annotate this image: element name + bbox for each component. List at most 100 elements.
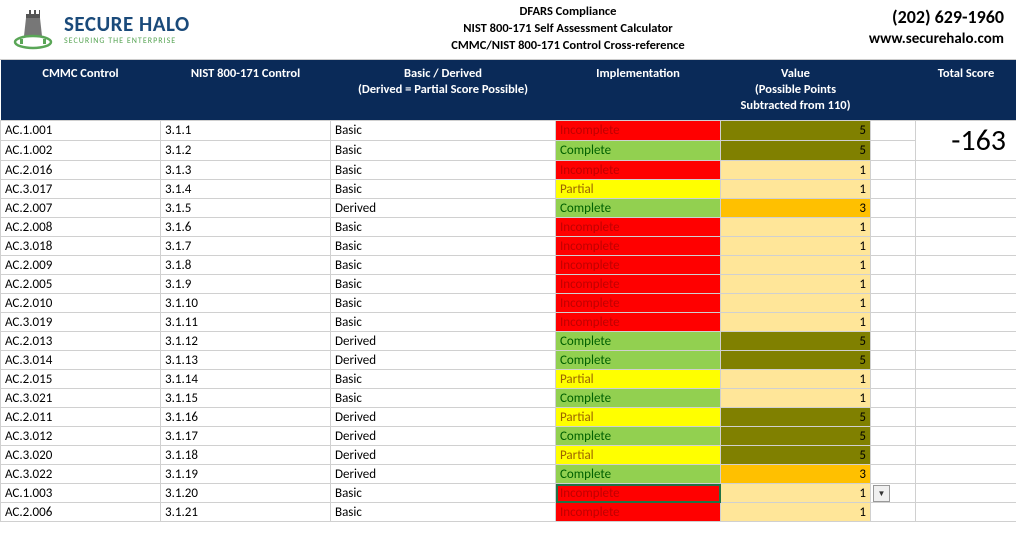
cell-implementation[interactable]: Incomplete (556, 484, 721, 503)
cell-implementation[interactable]: Complete (556, 351, 721, 370)
cell-implementation[interactable]: Complete (556, 389, 721, 408)
cell-implementation[interactable]: Partial (556, 180, 721, 199)
cell-implementation[interactable]: Incomplete (556, 294, 721, 313)
cell-nist[interactable]: 3.1.18 (161, 446, 331, 465)
cell-type[interactable]: Basic (331, 294, 556, 313)
cell-value[interactable]: 1 (721, 218, 871, 237)
cell-type[interactable]: Basic (331, 218, 556, 237)
cell-nist[interactable]: 3.1.9 (161, 275, 331, 294)
cell-value[interactable]: 1 (721, 313, 871, 332)
cell-implementation[interactable]: Incomplete (556, 313, 721, 332)
cell-nist[interactable]: 3.1.12 (161, 332, 331, 351)
cell-value[interactable]: 1 (721, 237, 871, 256)
cell-value[interactable]: 1 (721, 275, 871, 294)
cell-value[interactable]: 1 (721, 294, 871, 313)
cell-value[interactable]: 5 (721, 408, 871, 427)
cell-nist[interactable]: 3.1.6 (161, 218, 331, 237)
cell-implementation[interactable]: Incomplete (556, 121, 721, 141)
cell-cmmc[interactable]: AC.2.011 (1, 408, 161, 427)
cell-value[interactable]: 1 (721, 503, 871, 522)
cell-implementation[interactable]: Incomplete (556, 503, 721, 522)
cell-cmmc[interactable]: AC.2.013 (1, 332, 161, 351)
cell-value[interactable]: 5 (721, 427, 871, 446)
cell-implementation[interactable]: Partial (556, 370, 721, 389)
cell-total-score[interactable]: -163 (916, 121, 1016, 161)
cell-implementation[interactable]: Complete (556, 427, 721, 446)
cell-implementation[interactable]: Partial (556, 408, 721, 427)
cell-cmmc[interactable]: AC.2.015 (1, 370, 161, 389)
cell-type[interactable]: Derived (331, 408, 556, 427)
cell-nist[interactable]: 3.1.2 (161, 141, 331, 161)
cell-value[interactable]: 5 (721, 351, 871, 370)
cell-implementation[interactable]: Incomplete (556, 161, 721, 180)
dropdown-arrow-icon[interactable]: ▼ (873, 485, 890, 502)
cell-type[interactable]: Basic (331, 121, 556, 141)
cell-type[interactable]: Derived (331, 446, 556, 465)
cell-nist[interactable]: 3.1.1 (161, 121, 331, 141)
cell-type[interactable]: Derived (331, 351, 556, 370)
cell-type[interactable]: Basic (331, 256, 556, 275)
cell-value[interactable]: 5 (721, 332, 871, 351)
cell-value[interactable]: 1 (721, 161, 871, 180)
cell-nist[interactable]: 3.1.19 (161, 465, 331, 484)
cell-cmmc[interactable]: AC.3.017 (1, 180, 161, 199)
cell-type[interactable]: Derived (331, 427, 556, 446)
cell-cmmc[interactable]: AC.3.020 (1, 446, 161, 465)
cell-implementation[interactable]: Complete (556, 199, 721, 218)
cell-cmmc[interactable]: AC.2.006 (1, 503, 161, 522)
cell-value[interactable]: 1 (721, 484, 871, 503)
cell-nist[interactable]: 3.1.4 (161, 180, 331, 199)
cell-cmmc[interactable]: AC.2.005 (1, 275, 161, 294)
cell-nist[interactable]: 3.1.14 (161, 370, 331, 389)
cell-type[interactable]: Basic (331, 161, 556, 180)
cell-cmmc[interactable]: AC.3.012 (1, 427, 161, 446)
cell-value[interactable]: 1 (721, 180, 871, 199)
cell-nist[interactable]: 3.1.16 (161, 408, 331, 427)
cell-type[interactable]: Basic (331, 275, 556, 294)
cell-type[interactable]: Basic (331, 389, 556, 408)
cell-type[interactable]: Basic (331, 141, 556, 161)
cell-type[interactable]: Derived (331, 332, 556, 351)
cell-cmmc[interactable]: AC.3.018 (1, 237, 161, 256)
cell-nist[interactable]: 3.1.13 (161, 351, 331, 370)
cell-implementation[interactable]: Incomplete (556, 237, 721, 256)
cell-value[interactable]: 5 (721, 121, 871, 141)
cell-implementation[interactable]: Complete (556, 465, 721, 484)
cell-type[interactable]: Derived (331, 465, 556, 484)
cell-type[interactable]: Basic (331, 180, 556, 199)
cell-implementation[interactable]: Partial (556, 446, 721, 465)
cell-nist[interactable]: 3.1.15 (161, 389, 331, 408)
cell-implementation[interactable]: Incomplete (556, 256, 721, 275)
cell-cmmc[interactable]: AC.2.016 (1, 161, 161, 180)
cell-type[interactable]: Basic (331, 503, 556, 522)
cell-implementation[interactable]: Complete (556, 332, 721, 351)
cell-cmmc[interactable]: AC.3.022 (1, 465, 161, 484)
cell-implementation[interactable]: Incomplete (556, 275, 721, 294)
cell-cmmc[interactable]: AC.2.009 (1, 256, 161, 275)
cell-nist[interactable]: 3.1.20 (161, 484, 331, 503)
cell-value[interactable]: 5 (721, 446, 871, 465)
cell-cmmc[interactable]: AC.3.014 (1, 351, 161, 370)
cell-nist[interactable]: 3.1.17 (161, 427, 331, 446)
cell-value[interactable]: 3 (721, 199, 871, 218)
cell-type[interactable]: Basic (331, 313, 556, 332)
cell-cmmc[interactable]: AC.2.007 (1, 199, 161, 218)
cell-nist[interactable]: 3.1.10 (161, 294, 331, 313)
cell-cmmc[interactable]: AC.3.019 (1, 313, 161, 332)
cell-implementation[interactable]: Incomplete (556, 218, 721, 237)
cell-implementation[interactable]: Complete (556, 141, 721, 161)
cell-value[interactable]: 1 (721, 389, 871, 408)
cell-type[interactable]: Basic (331, 484, 556, 503)
cell-nist[interactable]: 3.1.11 (161, 313, 331, 332)
cell-type[interactable]: Basic (331, 237, 556, 256)
cell-nist[interactable]: 3.1.5 (161, 199, 331, 218)
cell-cmmc[interactable]: AC.2.010 (1, 294, 161, 313)
cell-nist[interactable]: 3.1.8 (161, 256, 331, 275)
cell-cmmc[interactable]: AC.3.021 (1, 389, 161, 408)
cell-nist[interactable]: 3.1.21 (161, 503, 331, 522)
cell-cmmc[interactable]: AC.2.008 (1, 218, 161, 237)
cell-value[interactable]: 1 (721, 256, 871, 275)
cell-value[interactable]: 1 (721, 370, 871, 389)
cell-type[interactable]: Derived (331, 199, 556, 218)
cell-value[interactable]: 3 (721, 465, 871, 484)
